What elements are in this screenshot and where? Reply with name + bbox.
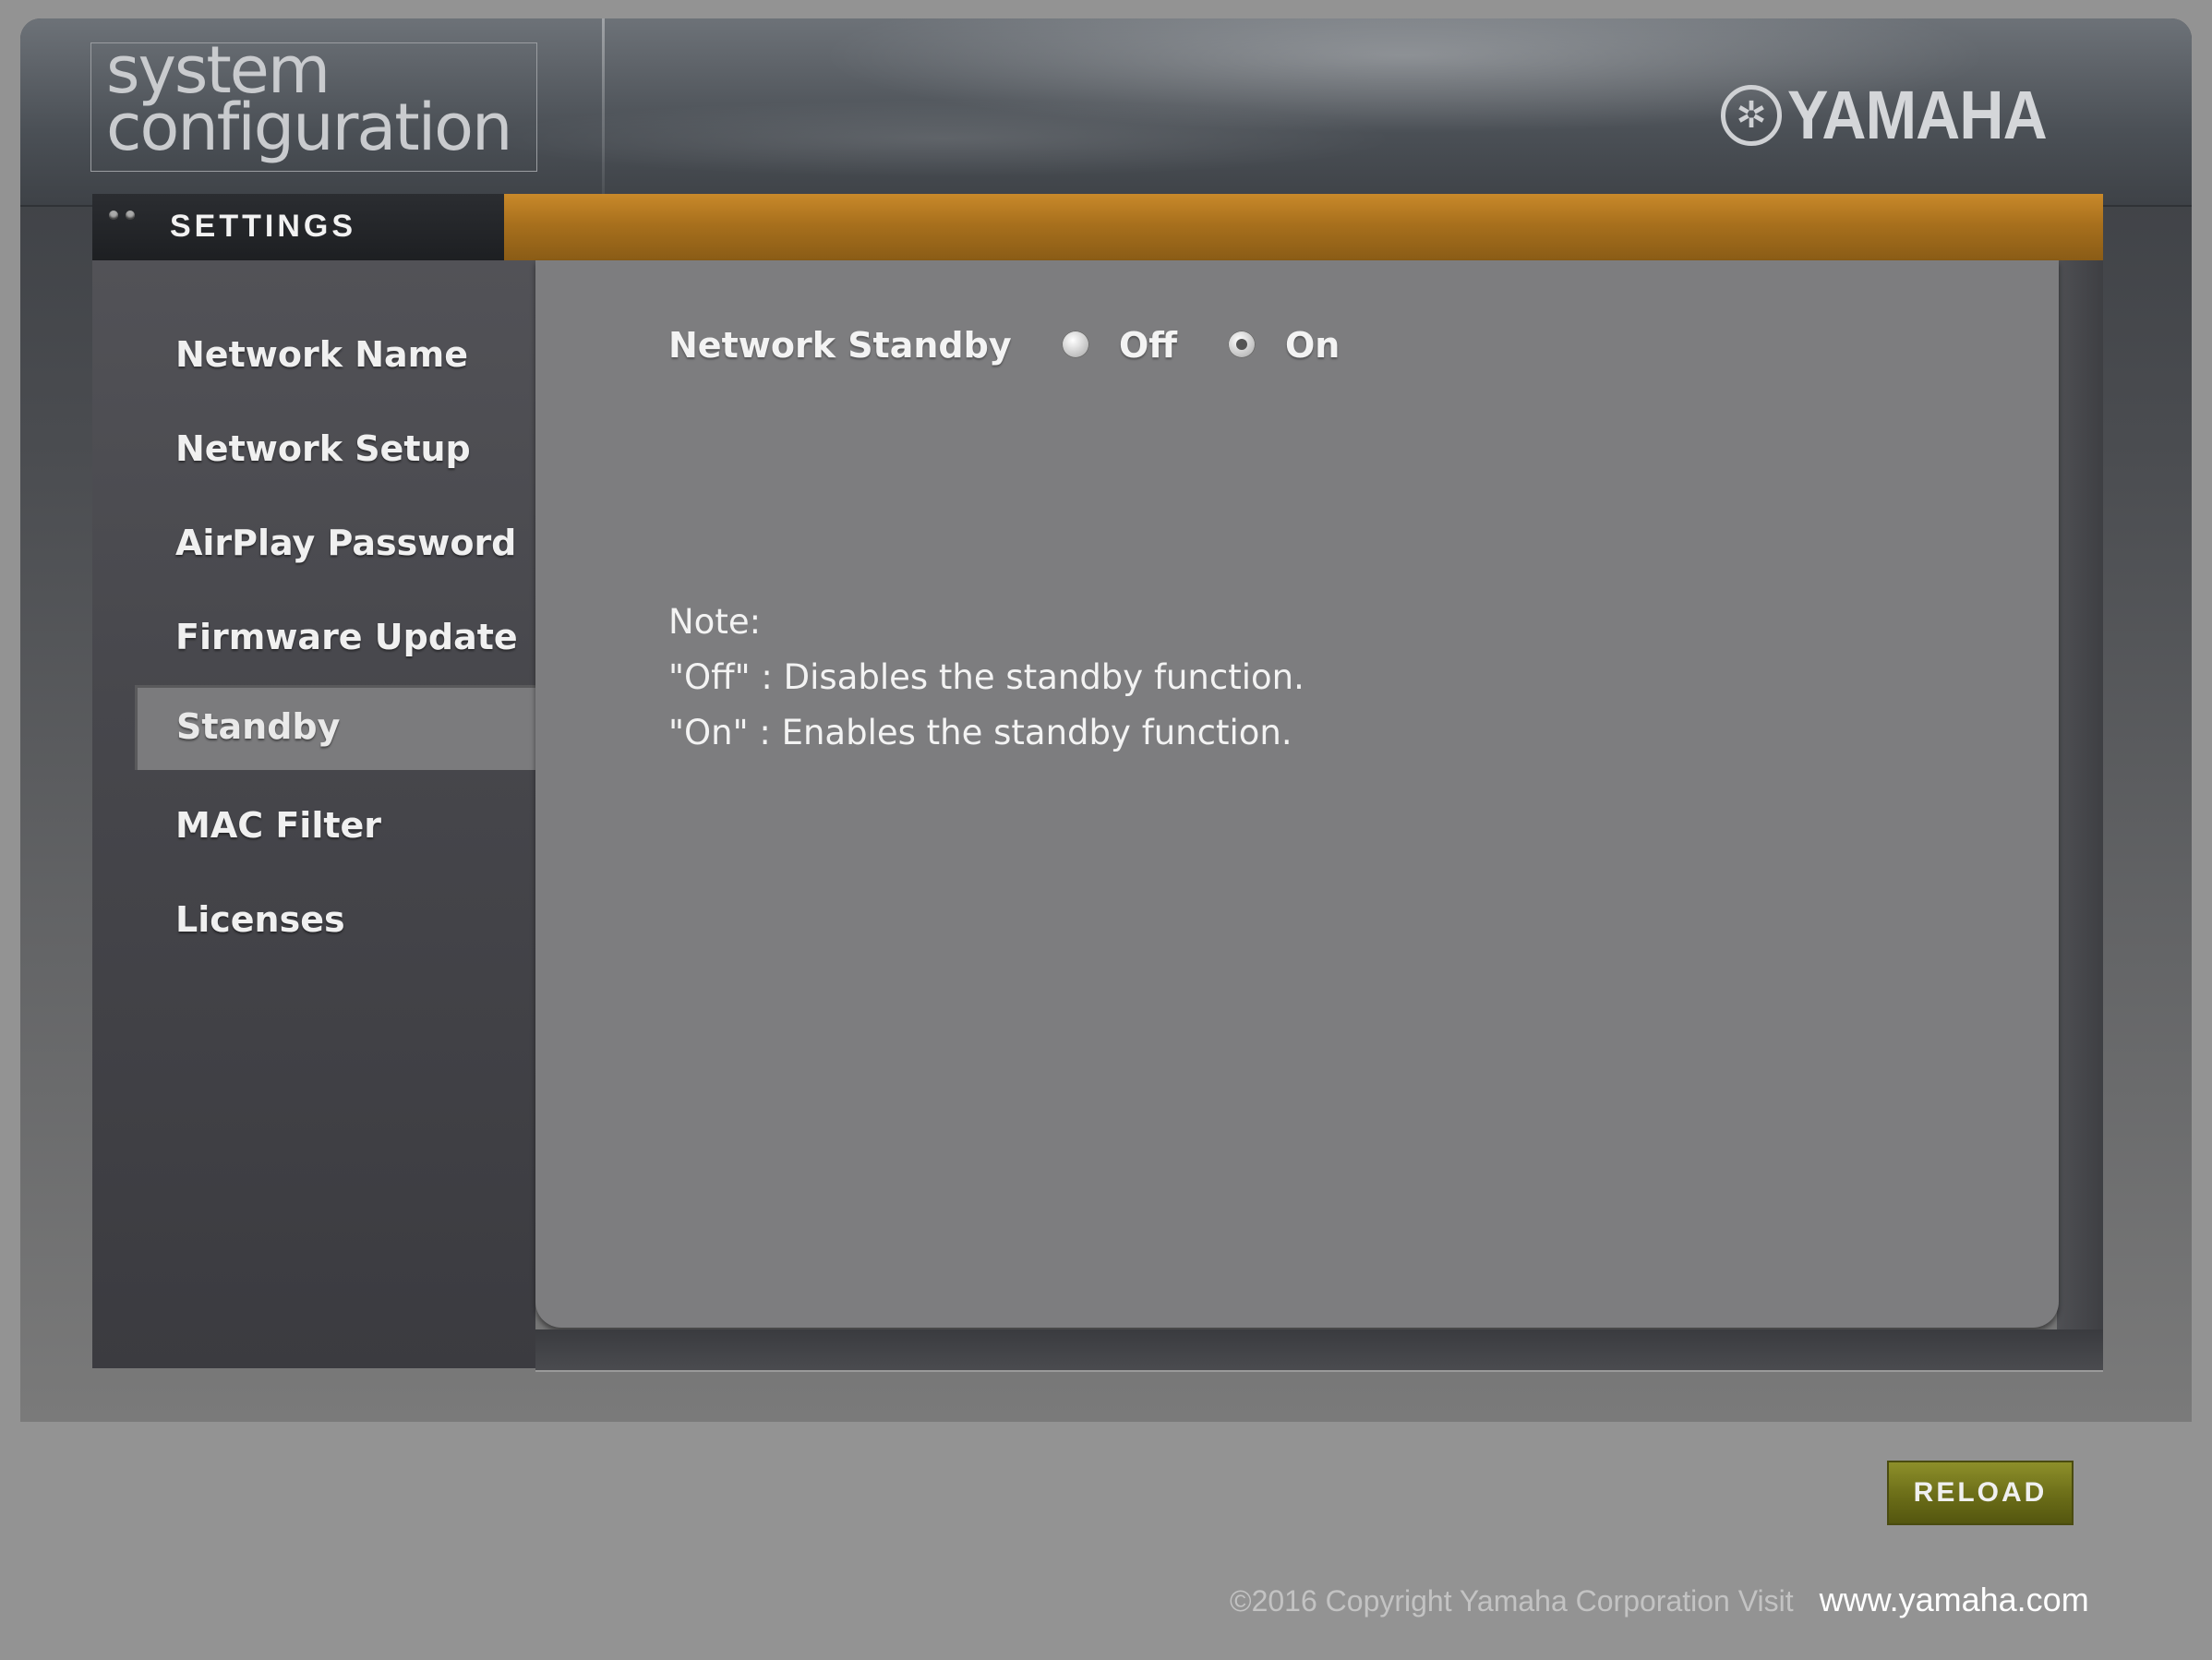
standby-on-label[interactable]: On bbox=[1285, 325, 1340, 366]
note-line-on: "On" : Enables the standby function. bbox=[668, 713, 1292, 752]
sidebar-item-mac-filter[interactable]: MAC Filter bbox=[175, 805, 381, 846]
sidebar-nav: Network Name Network Setup AirPlay Passw… bbox=[92, 260, 535, 1368]
sidebar-item-firmware-update[interactable]: Firmware Update bbox=[175, 617, 518, 657]
dot-icon bbox=[109, 211, 118, 220]
yamaha-brand-logo: ✲ YAMAHA bbox=[1721, 76, 2075, 154]
network-standby-label: Network Standby bbox=[668, 325, 1012, 366]
note-title: Note: bbox=[668, 602, 762, 642]
reload-button[interactable]: RELOAD bbox=[1887, 1461, 2074, 1525]
copyright-text: ©2016 Copyright Yamaha Corporation Visit bbox=[1230, 1584, 1794, 1618]
logo-line-2: configuration bbox=[106, 90, 512, 165]
standby-off-radio[interactable] bbox=[1062, 331, 1089, 358]
settings-title-bar: SETTINGS bbox=[92, 194, 2103, 260]
note-line-off: "Off" : Disables the standby function. bbox=[668, 657, 1304, 697]
sidebar-item-standby[interactable]: Standby bbox=[176, 706, 340, 747]
right-edge-strip bbox=[2057, 260, 2103, 1368]
dot-icon bbox=[126, 211, 135, 220]
yamaha-website-link[interactable]: www.yamaha.com bbox=[1820, 1581, 2089, 1619]
settings-title: SETTINGS bbox=[170, 209, 357, 244]
sidebar-item-standby-active[interactable]: Standby bbox=[135, 685, 535, 770]
sidebar-item-airplay-password[interactable]: AirPlay Password bbox=[175, 523, 516, 563]
brand-name: YAMAHA bbox=[1787, 77, 2048, 153]
header-divider bbox=[602, 18, 605, 205]
settings-label-box: SETTINGS bbox=[92, 194, 504, 260]
system-configuration-logo: system configuration bbox=[90, 38, 537, 172]
standby-content-panel: Network Standby Off On Note: "Off" : Dis… bbox=[535, 260, 2059, 1328]
decorative-dots-icon bbox=[109, 211, 135, 220]
sidebar-item-network-setup[interactable]: Network Setup bbox=[175, 428, 471, 469]
yamaha-tuning-fork-emblem-icon: ✲ bbox=[1721, 84, 1782, 146]
sidebar-item-network-name[interactable]: Network Name bbox=[175, 334, 468, 375]
sidebar-item-licenses[interactable]: Licenses bbox=[175, 899, 345, 940]
standby-on-radio[interactable] bbox=[1228, 331, 1256, 358]
standby-off-label[interactable]: Off bbox=[1119, 325, 1177, 366]
content-bottom-strip bbox=[535, 1329, 2103, 1372]
page-footer: ©2016 Copyright Yamaha Corporation Visit… bbox=[1230, 1581, 2089, 1619]
header-banner: system configuration ✲ YAMAHA bbox=[20, 18, 2192, 207]
